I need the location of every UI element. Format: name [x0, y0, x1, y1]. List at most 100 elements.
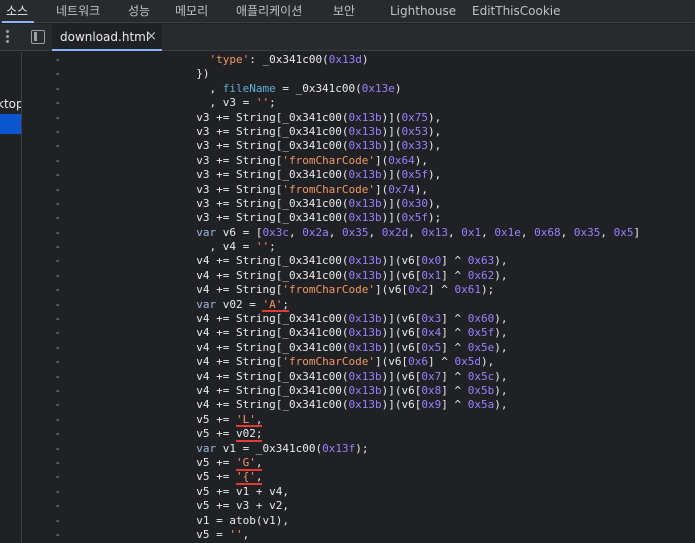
- code-editor[interactable]: - 'type': _0x341c00(0x13d) - }) - , fileNa…: [23, 52, 695, 543]
- tab-editthiscookie[interactable]: EditThisCookie: [472, 0, 561, 23]
- toggle-navigator-icon[interactable]: [31, 30, 45, 44]
- code-token: ),: [428, 196, 442, 210]
- code-token: 0x13b: [348, 196, 382, 210]
- line-gutter-marker[interactable]: -: [23, 384, 61, 398]
- line-gutter-marker[interactable]: -: [23, 370, 61, 384]
- underline-v02: [235, 439, 263, 442]
- tab-security[interactable]: 보안: [333, 0, 355, 23]
- line-gutter-marker[interactable]: -: [23, 82, 61, 96]
- code-text: v5 += v1 + v4,: [130, 485, 289, 499]
- code-token: 0x63: [467, 254, 495, 268]
- line-gutter-marker[interactable]: -: [23, 499, 61, 513]
- close-icon[interactable]: ×: [146, 24, 157, 50]
- line-gutter-marker[interactable]: -: [23, 139, 61, 153]
- line-gutter-marker[interactable]: -: [23, 427, 61, 441]
- code-token: ): [394, 81, 402, 95]
- file-tab-download-html[interactable]: download.html ×: [52, 24, 162, 51]
- code-token: 0x13b: [348, 211, 382, 225]
- line-gutter-marker[interactable]: -: [23, 254, 61, 268]
- line-gutter-marker[interactable]: -: [23, 528, 61, 542]
- line-gutter-marker[interactable]: -: [23, 298, 61, 312]
- code-token: ),: [414, 182, 429, 196]
- line-gutter-marker[interactable]: -: [23, 111, 61, 125]
- line-gutter-marker[interactable]: -: [23, 154, 61, 168]
- code-token: ] ^: [428, 283, 455, 297]
- line-gutter-marker[interactable]: -: [23, 442, 61, 456]
- line-gutter-marker[interactable]: -: [23, 211, 61, 225]
- code-text: v4 += String[_0x341c00(0x13b)](v6[0x7] ^…: [130, 369, 507, 384]
- line-gutter-marker[interactable]: -: [23, 326, 61, 340]
- line-gutter-marker[interactable]: -: [23, 312, 61, 326]
- code-token: ,: [481, 225, 495, 239]
- code-line: - , v3 = '';: [23, 96, 695, 110]
- line-gutter-marker[interactable]: -: [23, 456, 61, 470]
- code-token: 0x75: [401, 110, 429, 124]
- code-token: 0x13: [421, 225, 448, 239]
- navigator-selected-item[interactable]: [0, 114, 21, 134]
- code-token: 0x13b: [348, 369, 382, 383]
- line-gutter-marker[interactable]: -: [23, 125, 61, 139]
- code-token: v4 += String[_0x341c00(: [130, 268, 349, 282]
- code-token: v4 += String[_0x341c00(: [130, 312, 349, 326]
- code-token: 0x33: [401, 139, 429, 153]
- more-options-icon[interactable]: [4, 28, 10, 46]
- tab-lighthouse[interactable]: Lighthouse: [390, 0, 456, 23]
- line-gutter-marker[interactable]: -: [23, 197, 61, 211]
- code-token: ),: [428, 168, 442, 182]
- line-gutter-marker[interactable]: -: [23, 53, 61, 67]
- code-token: }): [130, 67, 210, 81]
- line-gutter-marker[interactable]: -: [23, 168, 61, 182]
- code-token: var: [196, 297, 217, 311]
- line-gutter-marker[interactable]: -: [23, 470, 61, 484]
- code-token: v4 += String[: [130, 283, 283, 297]
- line-gutter-marker[interactable]: -: [23, 226, 61, 240]
- line-gutter-marker[interactable]: -: [23, 485, 61, 499]
- line-gutter-marker[interactable]: -: [23, 355, 61, 369]
- code-token: 'fromCharCode': [282, 182, 376, 196]
- code-token: 0x13b: [348, 268, 382, 282]
- code-token: v3 += String[_0x341c00(: [130, 168, 349, 182]
- code-text: var v6 = [0x3c, 0x2a, 0x35, 0x2d, 0x13, …: [130, 226, 640, 240]
- code-line: - v5 += v1 + v4,: [23, 485, 695, 499]
- line-gutter-marker[interactable]: -: [23, 514, 61, 528]
- line-gutter-marker[interactable]: -: [23, 269, 61, 283]
- tab-application[interactable]: 애플리케이션: [236, 0, 302, 23]
- code-token: ] ^: [441, 398, 468, 412]
- tab-memory[interactable]: 메모리: [175, 0, 208, 23]
- code-token: ),: [494, 340, 508, 354]
- line-gutter-marker[interactable]: -: [23, 240, 61, 254]
- tab-performance[interactable]: 성능: [128, 0, 150, 23]
- code-line: - , v4 = '';: [23, 240, 695, 254]
- line-gutter-marker[interactable]: -: [23, 398, 61, 412]
- code-token: ,: [447, 225, 462, 239]
- line-gutter-marker[interactable]: -: [23, 283, 61, 297]
- code-token: 0x2: [408, 283, 429, 297]
- line-gutter-marker[interactable]: -: [23, 96, 61, 110]
- code-line: - v4 += String['fromCharCode'](v6[0x2] ^…: [23, 283, 695, 297]
- code-token: '': [255, 240, 270, 254]
- code-token: 0x64: [388, 153, 415, 167]
- code-line: - v1 = atob(v1),: [23, 514, 695, 528]
- code-text: v4 += String[_0x341c00(0x13b)](v6[0x4] ^…: [130, 326, 507, 340]
- code-line: - v3 += String['fromCharCode'](0x64),: [23, 154, 695, 168]
- file-tab-indicator: [52, 49, 162, 51]
- code-token: '': [229, 527, 243, 541]
- line-gutter-marker[interactable]: -: [23, 341, 61, 355]
- code-token: 0x5f: [401, 168, 429, 182]
- code-token: )](v6[: [381, 369, 422, 383]
- code-text: v4 += String['fromCharCode'](v6[0x2] ^ 0…: [130, 283, 494, 297]
- code-token: )](v6[: [381, 268, 422, 282]
- code-token: ] ^: [441, 326, 468, 340]
- tab-network[interactable]: 네트워크: [56, 0, 100, 23]
- code-token: ,: [255, 470, 263, 484]
- code-line: - var v02 = 'A';: [23, 298, 695, 312]
- code-token: v5 +=: [130, 455, 236, 469]
- line-gutter-marker[interactable]: -: [23, 67, 61, 81]
- navigator-item-label[interactable]: ktop: [0, 97, 21, 111]
- tab-sources[interactable]: 소스: [6, 0, 28, 23]
- code-token: )](v6[: [381, 340, 422, 354]
- code-token: ,: [560, 225, 574, 239]
- line-gutter-marker[interactable]: -: [23, 183, 61, 197]
- line-gutter-marker[interactable]: -: [23, 413, 61, 427]
